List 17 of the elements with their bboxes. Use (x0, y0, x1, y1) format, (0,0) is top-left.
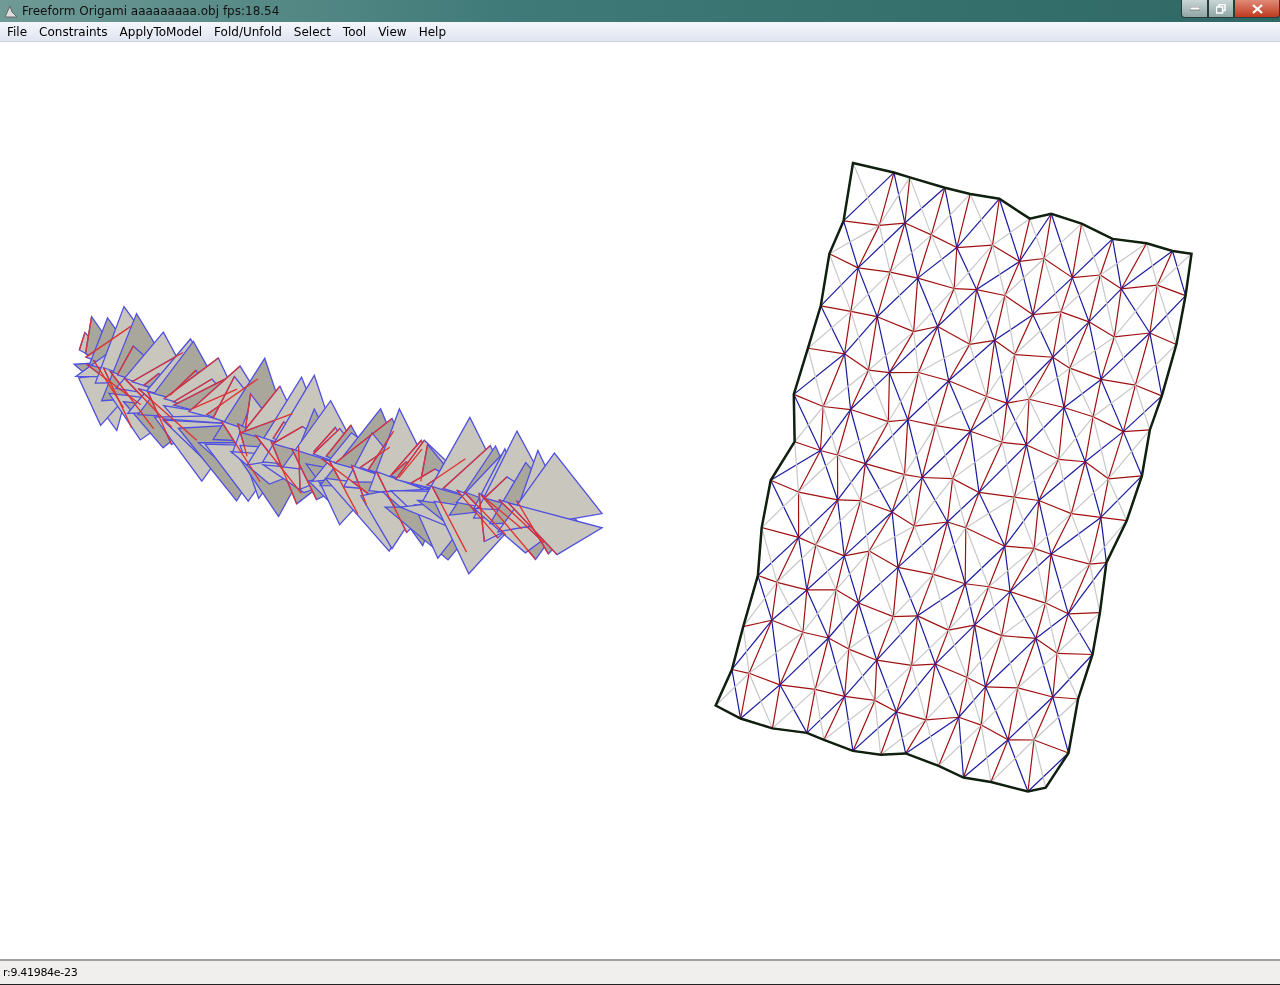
menu-item[interactable]: Help (413, 24, 451, 39)
window-title: Freeform Origami aaaaaaaaa.obj fps:18.54 (22, 4, 281, 18)
restore-button[interactable] (1208, 0, 1234, 18)
close-button[interactable] (1234, 0, 1280, 18)
restore-icon (1216, 3, 1226, 14)
menu-item[interactable]: View (373, 24, 412, 39)
status-text: r:9.41984e-23 (3, 966, 78, 979)
menu-item[interactable]: ApplyToModel (114, 24, 208, 39)
menu-item[interactable]: Fold/Unfold (209, 24, 287, 39)
menu-item[interactable]: Select (288, 24, 336, 39)
menu-item[interactable]: Constraints (34, 24, 113, 39)
app-icon (4, 4, 18, 18)
menu-item[interactable]: File (2, 24, 33, 39)
menu-item[interactable]: Tool (337, 24, 372, 39)
close-icon (1251, 3, 1263, 14)
minimize-icon (1189, 6, 1200, 11)
minimize-button[interactable] (1181, 0, 1208, 18)
